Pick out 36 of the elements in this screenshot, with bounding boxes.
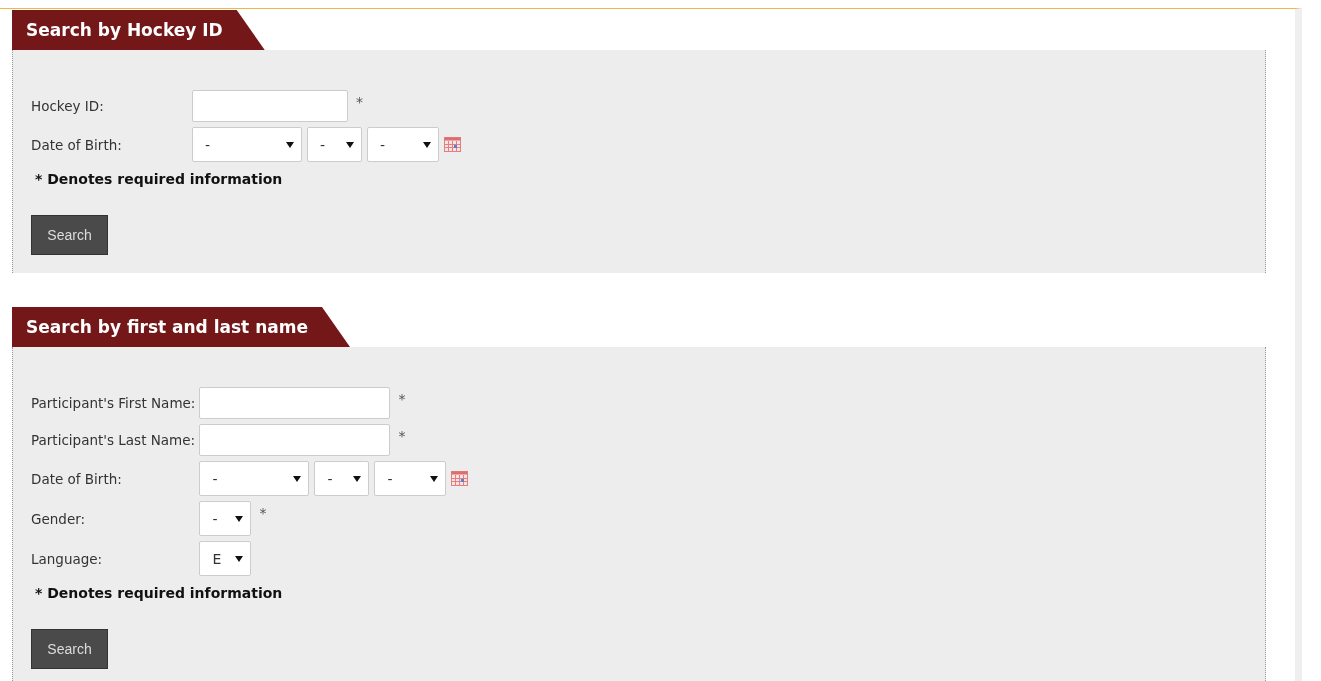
caret-icon	[235, 555, 244, 562]
field-label: Gender:	[31, 510, 87, 527]
caret-icon	[430, 475, 439, 482]
text-field[interactable]	[192, 90, 348, 122]
field-label: Participant's First Name:	[31, 395, 197, 411]
field-label: Participant's Last Name:	[31, 432, 197, 448]
caret-icon	[235, 515, 244, 522]
field-label: Hockey ID:	[31, 98, 105, 114]
caret-icon	[353, 475, 362, 482]
dropdown[interactable]: -	[199, 501, 252, 536]
dropdown[interactable]: E	[199, 541, 252, 576]
search-button[interactable]: Search	[31, 629, 108, 669]
caret-icon	[293, 475, 302, 482]
dropdown[interactable]: -	[192, 127, 302, 162]
text-field[interactable]	[199, 424, 391, 456]
required-mark: *	[259, 504, 267, 521]
dropdown[interactable]: -	[199, 461, 310, 496]
dropdown[interactable]: -	[314, 461, 370, 496]
field-label: Date of Birth:	[31, 136, 123, 153]
field-label: Date of Birth:	[31, 470, 123, 487]
dropdown[interactable]: -	[374, 461, 447, 496]
caret-icon	[346, 141, 354, 148]
caret-icon	[423, 141, 431, 148]
required-mark: *	[398, 427, 406, 444]
search-button[interactable]: Search	[31, 215, 108, 255]
calendar-icon[interactable]	[451, 471, 469, 486]
text-field[interactable]	[199, 387, 391, 419]
dropdown[interactable]: -	[367, 127, 439, 162]
required-note: * Denotes required information	[35, 585, 284, 601]
required-note: * Denotes required information	[35, 171, 284, 187]
calendar-icon[interactable]	[444, 137, 461, 152]
field-label: Language:	[31, 550, 104, 567]
caret-icon	[286, 141, 294, 148]
dropdown[interactable]: -	[307, 127, 362, 162]
required-mark: *	[356, 93, 363, 110]
required-mark: *	[398, 390, 406, 407]
